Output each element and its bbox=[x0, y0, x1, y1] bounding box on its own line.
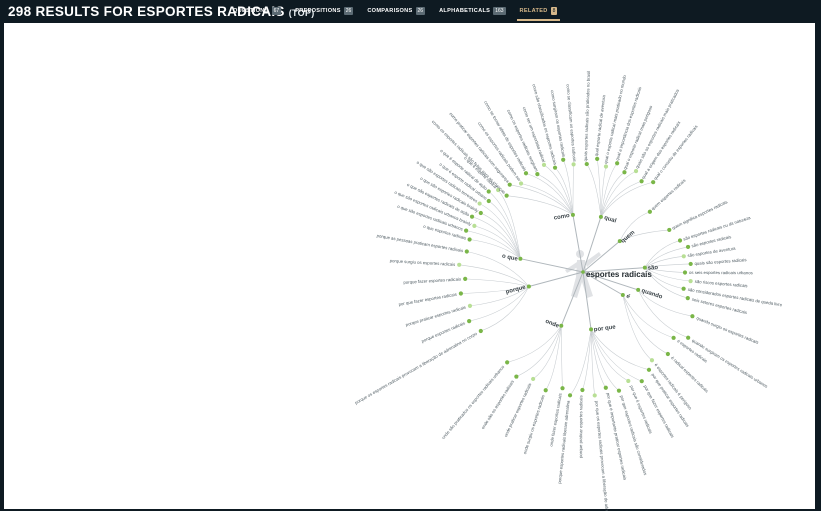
branch-node[interactable] bbox=[589, 327, 594, 332]
leaf-node[interactable] bbox=[567, 393, 573, 398]
leaf-node[interactable] bbox=[467, 303, 473, 308]
branch-label[interactable]: quando bbox=[641, 288, 664, 301]
leaf-node[interactable] bbox=[531, 376, 536, 382]
leaf-node[interactable] bbox=[626, 378, 631, 384]
leaf-node[interactable] bbox=[523, 171, 529, 176]
suggestion-label[interactable]: porque surgiu os esportes radicais bbox=[390, 258, 456, 267]
leaf-node[interactable] bbox=[486, 198, 491, 204]
suggestion-label[interactable]: quais esportes radicais são praticados n… bbox=[583, 71, 591, 162]
suggestion-label[interactable]: quem esportes radicais bbox=[650, 178, 686, 211]
leaf-node[interactable] bbox=[616, 388, 622, 393]
leaf-node[interactable] bbox=[685, 296, 690, 301]
leaf-node[interactable] bbox=[584, 161, 589, 167]
branch-label[interactable]: como bbox=[553, 213, 570, 222]
leaf-node[interactable] bbox=[649, 358, 655, 363]
leaf-node[interactable] bbox=[603, 385, 608, 390]
leaf-node[interactable] bbox=[665, 351, 670, 357]
suggestion-label[interactable]: os seis esportes radicais urbanos bbox=[689, 270, 753, 275]
suggestion-label[interactable]: qual o esporte radical mais praticado no… bbox=[603, 74, 627, 164]
leaf-node[interactable] bbox=[646, 367, 652, 372]
visualization-canvas: como como os esportes radicais são feitos… bbox=[4, 23, 815, 511]
suggestion-label[interactable]: quando surgiu os esportes radicais bbox=[696, 315, 760, 345]
leaf-node[interactable] bbox=[560, 386, 565, 391]
leaf-node[interactable] bbox=[561, 157, 566, 162]
leaf-node[interactable] bbox=[685, 244, 691, 250]
suggestion-label[interactable]: como se classificam os esportes radicais bbox=[565, 84, 577, 162]
leaf-node[interactable] bbox=[677, 238, 683, 243]
leaf-node[interactable] bbox=[464, 249, 469, 254]
suggestion-label[interactable]: onde surgiu os esportes radicais bbox=[522, 394, 545, 455]
suggestion-label[interactable]: quando surgiram os esportes radicais urb… bbox=[691, 338, 769, 389]
leaf-node[interactable] bbox=[667, 227, 672, 233]
leaf-node[interactable] bbox=[504, 193, 509, 198]
leaf-node[interactable] bbox=[639, 379, 644, 384]
leaf-node[interactable] bbox=[681, 286, 686, 291]
leaf-node[interactable] bbox=[688, 279, 693, 284]
branch-node[interactable] bbox=[620, 293, 625, 297]
leaf-node[interactable] bbox=[552, 165, 558, 170]
wheel-edges bbox=[459, 158, 693, 396]
suggestion-label[interactable]: são considerados esportes radicais de qu… bbox=[687, 287, 783, 308]
leaf-node[interactable] bbox=[541, 162, 547, 167]
branch-node[interactable] bbox=[636, 287, 641, 292]
wheel-labels: comocomo os esportes radicais são feitos… bbox=[354, 71, 783, 511]
leaf-node[interactable] bbox=[580, 387, 585, 393]
leaf-node[interactable] bbox=[686, 335, 691, 340]
leaf-node[interactable] bbox=[486, 189, 491, 194]
suggestion-label[interactable]: por que fazer esportes radicais bbox=[398, 292, 457, 307]
leaf-node[interactable] bbox=[467, 237, 472, 242]
leaf-node[interactable] bbox=[505, 360, 510, 365]
leaf-node[interactable] bbox=[458, 291, 463, 296]
suggestion-label[interactable]: porque fazer esportes radicais bbox=[403, 277, 461, 285]
suggestion-label[interactable]: porque os esportes radicais provocam a l… bbox=[354, 331, 478, 406]
leaf-node[interactable] bbox=[592, 393, 597, 398]
leaf-node[interactable] bbox=[514, 374, 519, 379]
leaf-node[interactable] bbox=[464, 228, 469, 233]
suggestion-label[interactable]: qual esporte radical de aventura bbox=[594, 94, 607, 156]
wheel-nodes bbox=[457, 156, 695, 398]
suggestion-label[interactable]: quais são esportes radicais bbox=[694, 257, 746, 266]
leaf-node[interactable] bbox=[681, 254, 686, 259]
leaf-node[interactable] bbox=[477, 201, 482, 206]
leaf-node[interactable] bbox=[535, 172, 540, 177]
leaf-node[interactable] bbox=[457, 262, 462, 267]
suggestion-label[interactable]: porque praticar esportes radicais bbox=[578, 395, 583, 458]
leaf-node[interactable] bbox=[463, 276, 468, 281]
leaf-node[interactable] bbox=[671, 335, 676, 340]
leaf-node[interactable] bbox=[682, 270, 688, 275]
center-node bbox=[581, 270, 585, 274]
search-wheel: comocomo os esportes radicais são feitos… bbox=[354, 71, 783, 511]
branch-label[interactable]: onde bbox=[544, 319, 560, 330]
branch-node[interactable] bbox=[559, 323, 564, 328]
branch-label[interactable]: quem bbox=[620, 230, 636, 245]
leaf-node[interactable] bbox=[507, 182, 512, 187]
leaf-node[interactable] bbox=[543, 388, 548, 393]
leaf-node[interactable] bbox=[688, 261, 693, 267]
branch-node[interactable] bbox=[518, 256, 523, 261]
branch-label[interactable]: qual bbox=[603, 215, 617, 225]
branch-node[interactable] bbox=[526, 284, 531, 289]
leaf-node[interactable] bbox=[571, 162, 576, 167]
leaf-node[interactable] bbox=[690, 314, 695, 319]
leaf-node[interactable] bbox=[478, 210, 483, 216]
suggestion-label[interactable]: são riscos esportes radicais bbox=[695, 279, 748, 288]
leaf-node[interactable] bbox=[467, 319, 472, 324]
leaf-node[interactable] bbox=[595, 156, 600, 161]
leaf-node[interactable] bbox=[518, 181, 524, 186]
branch-label[interactable]: o que bbox=[501, 253, 519, 262]
branch-node[interactable] bbox=[598, 214, 603, 219]
suggestion-label[interactable]: por que os esportes radicais provocam a … bbox=[594, 400, 611, 511]
leaf-node[interactable] bbox=[472, 223, 477, 228]
leaf-node[interactable] bbox=[469, 214, 475, 219]
leaf-node[interactable] bbox=[478, 328, 483, 334]
branch-node[interactable] bbox=[570, 212, 575, 217]
center-label: esportes radicais bbox=[586, 270, 652, 279]
branch-label[interactable]: por que bbox=[594, 324, 617, 333]
